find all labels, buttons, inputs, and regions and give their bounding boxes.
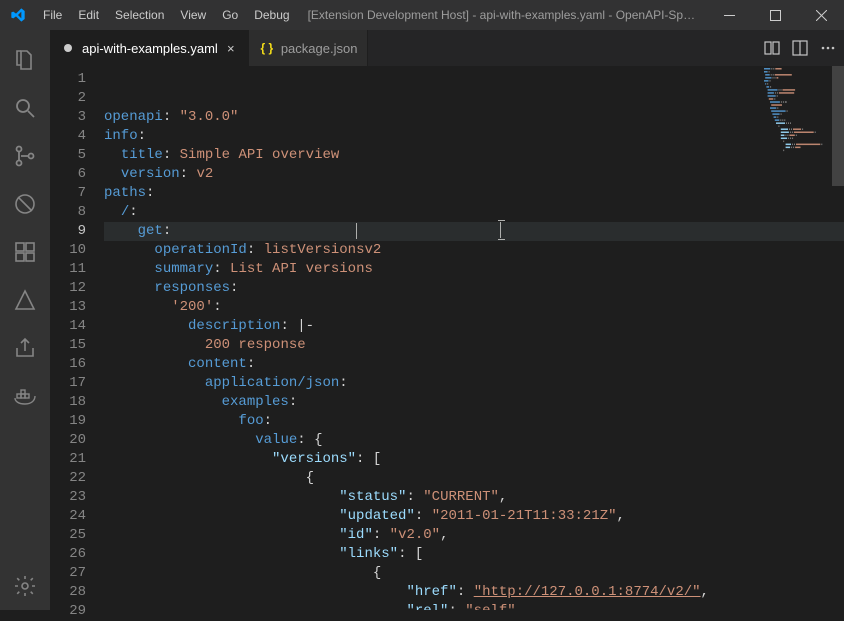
line-number: 12 [50, 279, 86, 298]
code-line: openapi: "3.0.0" [104, 108, 844, 127]
line-number: 10 [50, 241, 86, 260]
code-line: summary: List API versions [104, 260, 844, 279]
menu-file[interactable]: File [35, 0, 70, 30]
line-number: 4 [50, 127, 86, 146]
code-line: foo: [104, 412, 844, 431]
line-number: 3 [50, 108, 86, 127]
code-line: 200 response [104, 336, 844, 355]
docker-icon[interactable] [0, 372, 50, 420]
azure-icon[interactable] [0, 276, 50, 324]
code-line: paths: [104, 184, 844, 203]
share-icon[interactable] [0, 324, 50, 372]
line-number: 6 [50, 165, 86, 184]
settings-gear-icon[interactable] [0, 562, 50, 610]
files-icon[interactable] [0, 36, 50, 84]
line-number: 8 [50, 203, 86, 222]
editor-body[interactable]: 1234567891011121314151617181920212223242… [50, 66, 844, 610]
line-number: 2 [50, 89, 86, 108]
code-line: version: v2 [104, 165, 844, 184]
code-line: "links": [ [104, 545, 844, 564]
line-number: 18 [50, 393, 86, 412]
line-number: 13 [50, 298, 86, 317]
code-line: title: Simple API overview [104, 146, 844, 165]
line-number: 16 [50, 355, 86, 374]
line-number: 11 [50, 260, 86, 279]
source-control-icon[interactable] [0, 132, 50, 180]
text-cursor [356, 223, 357, 239]
line-number: 26 [50, 545, 86, 564]
code-line: content: [104, 355, 844, 374]
code-line: examples: [104, 393, 844, 412]
line-number-gutter: 1234567891011121314151617181920212223242… [50, 66, 104, 610]
menu-debug[interactable]: Debug [246, 0, 297, 30]
tab-api-with-examples-yaml[interactable]: api-with-examples.yaml × [50, 30, 249, 66]
editor-area: api-with-examples.yaml × { } package.json 1… [50, 30, 844, 610]
code-line: "status": "CURRENT", [104, 488, 844, 507]
code-line: operationId: listVersionsv2 [104, 241, 844, 260]
tab-label: api-with-examples.yaml [82, 41, 218, 56]
menu-edit[interactable]: Edit [70, 0, 107, 30]
menu-bar: FileEditSelectionViewGoDebug [35, 0, 298, 30]
window-title: [Extension Development Host] - api-with-… [298, 8, 706, 22]
line-number: 15 [50, 336, 86, 355]
close-tab-icon[interactable]: × [224, 41, 238, 56]
line-number: 21 [50, 450, 86, 469]
code-line: '200': [104, 298, 844, 317]
line-number: 27 [50, 564, 86, 583]
code-line: "id": "v2.0", [104, 526, 844, 545]
line-number: 5 [50, 146, 86, 165]
editor-actions [764, 30, 844, 66]
code-line: description: |- [104, 317, 844, 336]
line-number: 25 [50, 526, 86, 545]
code-line: responses: [104, 279, 844, 298]
tab-package-json[interactable]: { } package.json [249, 30, 369, 66]
titlebar: FileEditSelectionViewGoDebug [Extension … [0, 0, 844, 30]
json-file-icon: { } [259, 40, 275, 56]
line-number: 29 [50, 602, 86, 621]
line-number: 23 [50, 488, 86, 507]
more-actions-icon[interactable] [820, 40, 836, 56]
line-number: 1 [50, 70, 86, 89]
extensions-icon[interactable] [0, 228, 50, 276]
menu-selection[interactable]: Selection [107, 0, 172, 30]
line-number: 14 [50, 317, 86, 336]
window-controls [706, 0, 844, 30]
close-button[interactable] [798, 0, 844, 30]
compare-changes-icon[interactable] [764, 40, 780, 56]
menu-go[interactable]: Go [214, 0, 246, 30]
yaml-file-icon [60, 40, 76, 56]
code-line: "updated": "2011-01-21T11:33:21Z", [104, 507, 844, 526]
code-line: get: [104, 222, 844, 241]
code-line: info: [104, 127, 844, 146]
code-line: "versions": [ [104, 450, 844, 469]
line-number: 20 [50, 431, 86, 450]
code-line: "rel": "self" [104, 602, 844, 610]
code-content[interactable]: openapi: "3.0.0"info: title: Simple API … [104, 66, 844, 610]
code-line: value: { [104, 431, 844, 450]
line-number: 19 [50, 412, 86, 431]
menu-view[interactable]: View [172, 0, 214, 30]
code-line: /: [104, 203, 844, 222]
line-number: 28 [50, 583, 86, 602]
code-line: { [104, 564, 844, 583]
maximize-button[interactable] [752, 0, 798, 30]
line-number: 22 [50, 469, 86, 488]
search-icon[interactable] [0, 84, 50, 132]
activity-bar [0, 30, 50, 610]
line-number: 24 [50, 507, 86, 526]
line-number: 9 [50, 222, 86, 241]
split-editor-icon[interactable] [792, 40, 808, 56]
line-number: 7 [50, 184, 86, 203]
debug-icon[interactable] [0, 180, 50, 228]
app-logo [0, 7, 35, 23]
tabs-row: api-with-examples.yaml × { } package.json [50, 30, 844, 66]
minimize-button[interactable] [706, 0, 752, 30]
tab-label: package.json [281, 41, 358, 56]
code-line: application/json: [104, 374, 844, 393]
code-line: "href": "http://127.0.0.1:8774/v2/", [104, 583, 844, 602]
code-line: { [104, 469, 844, 488]
line-number: 17 [50, 374, 86, 393]
